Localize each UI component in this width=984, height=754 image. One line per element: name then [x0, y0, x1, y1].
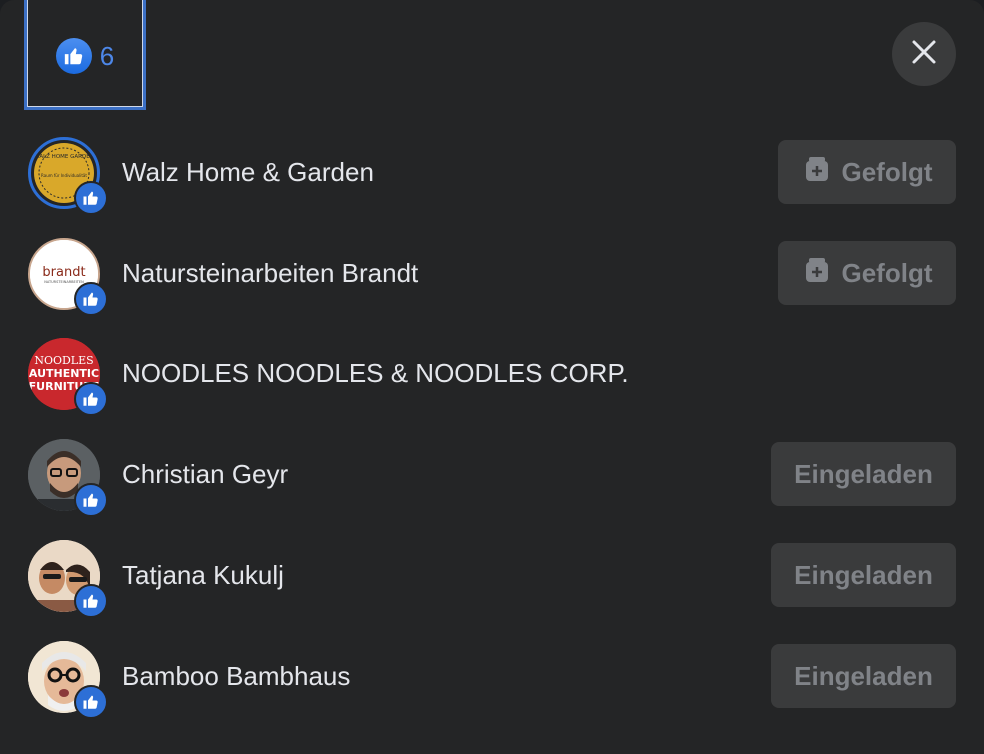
svg-text:Raum für Individualität: Raum für Individualität [41, 173, 87, 178]
avatar[interactable]: brandt NATURSTEINARBEITEN [28, 238, 108, 316]
like-badge-icon [74, 584, 108, 618]
following-button[interactable]: Gefolgt [778, 140, 956, 204]
reactions-dialog: 6 WALZ HOME GARDEN Raum für Individualit… [0, 0, 984, 754]
avatar[interactable] [28, 439, 108, 517]
list-item: Christian Geyr Eingeladen [0, 439, 984, 539]
person-name[interactable]: NOODLES NOODLES & NOODLES CORP. [122, 358, 629, 389]
list-item: NOODLES AUTHENTIC FURNITURE NOODLES NOOD… [0, 338, 984, 438]
list-item: brandt NATURSTEINARBEITEN Natursteinarbe… [0, 238, 984, 338]
follow-page-icon [802, 154, 832, 191]
svg-text:WALZ HOME GARDEN: WALZ HOME GARDEN [34, 154, 94, 160]
avatar[interactable]: NOODLES AUTHENTIC FURNITURE [28, 338, 108, 416]
like-badge-icon [74, 483, 108, 517]
list-item: Bamboo Bambhaus Eingeladen [0, 641, 984, 741]
svg-text:brandt: brandt [42, 265, 85, 280]
like-badge-icon [74, 685, 108, 719]
reaction-count: 6 [99, 40, 115, 71]
person-name[interactable]: Bamboo Bambhaus [122, 661, 350, 692]
avatar[interactable] [28, 641, 108, 719]
invited-button[interactable]: Eingeladen [771, 543, 956, 607]
invited-button[interactable]: Eingeladen [771, 644, 956, 708]
avatar[interactable] [28, 540, 108, 618]
person-name[interactable]: Christian Geyr [122, 459, 288, 490]
like-icon [55, 38, 92, 74]
person-name[interactable]: Natursteinarbeiten Brandt [122, 258, 418, 289]
list-item: WALZ HOME GARDEN Raum für Individualität… [0, 137, 984, 237]
invited-button[interactable]: Eingeladen [771, 442, 956, 506]
close-icon [911, 39, 937, 70]
person-name[interactable]: Walz Home & Garden [122, 157, 374, 188]
svg-text:NOODLES: NOODLES [34, 354, 93, 367]
svg-text:AUTHENTIC: AUTHENTIC [29, 367, 99, 380]
like-badge-icon [74, 382, 108, 416]
following-button[interactable]: Gefolgt [778, 241, 956, 305]
svg-text:NATURSTEINARBEITEN: NATURSTEINARBEITEN [44, 280, 84, 284]
avatar[interactable]: WALZ HOME GARDEN Raum für Individualität [28, 137, 108, 215]
follow-page-icon [802, 255, 832, 292]
person-name[interactable]: Tatjana Kukulj [122, 560, 284, 591]
tab-all-reactions[interactable]: 6 [24, 0, 146, 110]
like-badge-icon [74, 282, 108, 316]
like-badge-icon [74, 181, 108, 215]
list-item: Tatjana Kukulj Eingeladen [0, 540, 984, 640]
close-button[interactable] [892, 22, 956, 86]
